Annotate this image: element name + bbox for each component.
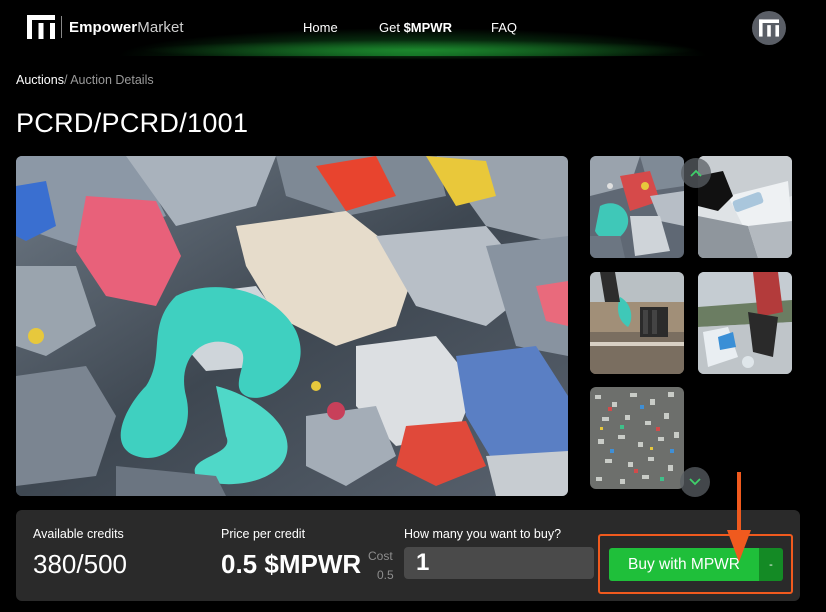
thumbnails-scroll-down[interactable] — [680, 467, 710, 497]
cost-label: Cost — [368, 549, 393, 563]
arrow-down-annotation-icon — [727, 472, 751, 562]
top-header: EmpowerMarket Home Get $MPWR FAQ — [0, 0, 826, 60]
quantity-input[interactable] — [404, 547, 594, 579]
breadcrumb: Auctions/ Auction Details — [16, 73, 154, 87]
chevron-down-icon — [689, 478, 701, 486]
main-nav: Home Get $MPWR FAQ — [0, 20, 826, 36]
buy-options-dropdown[interactable]: - — [759, 548, 783, 581]
available-credits-label: Available credits — [33, 527, 124, 541]
cost-value: 0.5 — [377, 568, 394, 582]
breadcrumb-auctions[interactable]: Auctions — [16, 73, 64, 87]
chevron-up-icon — [690, 169, 702, 177]
nav-faq[interactable]: FAQ — [491, 20, 517, 35]
price-per-credit-value: 0.5 $MPWR — [221, 549, 362, 579]
quantity-label: How many you want to buy? — [404, 527, 562, 541]
buy-panel: Available credits 380/500 Price per cred… — [16, 510, 800, 601]
thumbnails-scroll-up[interactable] — [681, 158, 711, 188]
thumbnail-1[interactable] — [590, 156, 684, 258]
thumbnail-2[interactable] — [698, 156, 792, 258]
thumbnail-4[interactable] — [698, 272, 792, 374]
thumbnail-5[interactable] — [590, 387, 684, 489]
header-glow — [140, 40, 700, 60]
user-avatar[interactable] — [752, 11, 786, 45]
breadcrumb-current: Auction Details — [67, 73, 154, 87]
available-credits-value: 380/500 — [33, 549, 127, 579]
page-title: PCRD/PCRD/1001 — [16, 108, 249, 138]
price-per-credit-label: Price per credit — [221, 527, 306, 541]
avatar-logo-icon — [759, 19, 779, 37]
nav-home[interactable]: Home — [303, 20, 338, 35]
nav-get-mpwr[interactable]: Get $MPWR — [379, 20, 452, 35]
main-product-image — [16, 156, 568, 496]
thumbnail-3[interactable] — [590, 272, 684, 374]
